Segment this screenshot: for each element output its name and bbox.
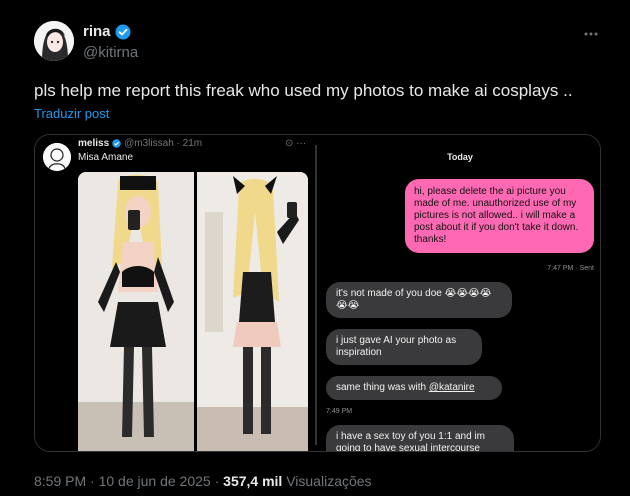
reply-bubble: i have a sex toy of you 1:1 and im going… [326,425,514,451]
embedded-name: meliss [78,138,110,149]
tweet-text: pls help me report this freak who used m… [34,81,573,100]
sent-status: 7:47 PM · Sent [547,265,594,272]
panel-divider [315,145,317,445]
author-handle[interactable]: @kitirna [83,44,138,61]
views-count: 357,4 mil [223,473,283,489]
reply-bubble: it's not made of you doe 😭😭😭😭😭😭 [326,282,512,318]
embedded-handle: @m3lissah · 21m [124,138,203,149]
reply-bubble: same thing was with @katanire [326,376,502,400]
cosplay-photo-back [197,172,308,451]
author-block: rina @kitirna [83,23,138,61]
tweet-meta: 8:59 PM · 10 de jun de 2025 · 357,4 mil … [34,473,372,489]
meta-separator: · [214,473,224,489]
author-name-row[interactable]: rina [83,23,138,40]
tweet-date[interactable]: 10 de jun de 2025 [99,473,211,489]
reply-mention: @katanire [428,382,475,393]
reply-bubble: i just gave AI your photo as inspiration [326,329,482,365]
author-avatar[interactable] [34,21,74,61]
tweet-time[interactable]: 8:59 PM [34,473,86,489]
translate-link[interactable]: Traduzir post [34,106,109,121]
verified-badge-icon [115,24,131,39]
embedded-author: meliss @m3lissah · 21m [78,138,202,149]
cosplay-photo-front [78,172,194,451]
embedded-verified-icon [112,139,121,148]
more-options-icon[interactable] [583,26,599,47]
embedded-post-screenshot: meliss @m3lissah · 21m ⊙ ··· Misa Amane [35,135,317,451]
embedded-text: Misa Amane [78,152,134,163]
embedded-avatar [43,143,71,171]
dm-screenshot: Today hi, please delete the ai picture y… [318,135,600,451]
views-label: Visualizações [286,473,372,489]
author-name[interactable]: rina [83,23,111,40]
tweet-media[interactable]: meliss @m3lissah · 21m ⊙ ··· Misa Amane [34,134,601,452]
meta-separator: · [90,473,99,489]
embedded-grok-more-icons: ⊙ ··· [285,138,307,149]
reply-time: 7:49 PM [326,408,353,415]
chat-date: Today [447,152,473,162]
sent-message-bubble: hi, please delete the ai picture you mad… [405,179,594,253]
